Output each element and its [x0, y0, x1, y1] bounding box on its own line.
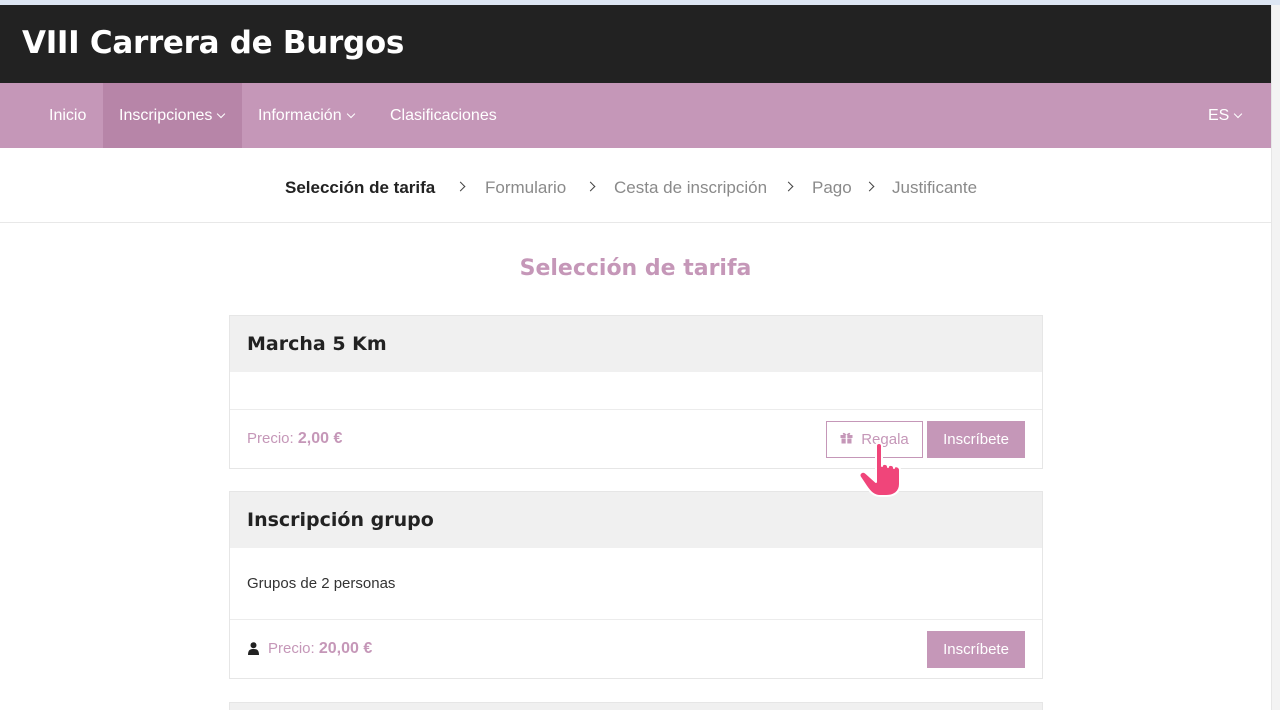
rate-description	[230, 372, 1042, 410]
rate-card-marcha: Marcha 5 Km Precio: 2,00 € Regala Inscrí…	[229, 315, 1043, 469]
rate-name: Inscripción grupo	[230, 492, 1042, 548]
user-icon	[248, 642, 259, 655]
rate-footer: Precio: 20,00 € Inscríbete	[230, 620, 1042, 678]
chevron-down-icon	[346, 109, 355, 119]
register-button[interactable]: Inscríbete	[927, 421, 1025, 458]
nav-item-inicio[interactable]: Inicio	[33, 83, 102, 148]
nav-item-clasificaciones[interactable]: Clasificaciones	[374, 83, 513, 148]
nav-item-inscripciones[interactable]: Inscripciones	[103, 83, 242, 148]
chevron-right-icon	[864, 181, 875, 192]
hand-pointer-cursor-icon	[858, 442, 901, 497]
chevron-right-icon	[783, 181, 794, 192]
price-value: 2,00 €	[297, 430, 343, 447]
rate-name: Marcha 5 Km	[230, 316, 1042, 372]
checkout-steps: Selección de tarifa Formulario Cesta de …	[0, 148, 1271, 223]
nav-item-informacion[interactable]: Información	[242, 83, 370, 148]
site-title[interactable]: VIII Carrera de Burgos	[22, 25, 404, 61]
nav-item-label: Información	[258, 107, 342, 124]
rate-card-grupo: Inscripción grupo Grupos de 2 personas P…	[229, 491, 1043, 679]
nav-item-label: Clasificaciones	[390, 107, 497, 124]
gift-icon	[840, 432, 853, 444]
main-navbar: Inicio Inscripciones Información Clasifi…	[0, 83, 1271, 148]
rate-card-next	[229, 702, 1043, 710]
price-value: 20,00 €	[318, 640, 373, 657]
chevron-right-icon	[585, 181, 596, 192]
step-cesta-inscripcion: Cesta de inscripción	[614, 178, 768, 197]
step-seleccion-tarifa: Selección de tarifa	[285, 178, 436, 197]
price-label: Precio:	[268, 640, 315, 657]
step-justificante: Justificante	[892, 178, 978, 197]
nav-item-label: Inicio	[49, 107, 87, 124]
step-formulario: Formulario	[485, 178, 567, 197]
rate-description: Grupos de 2 personas	[230, 548, 1042, 620]
chevron-down-icon	[1234, 109, 1243, 119]
price-label: Precio:	[247, 430, 294, 447]
nav-item-label: Inscripciones	[119, 107, 213, 124]
register-button[interactable]: Inscríbete	[927, 631, 1025, 668]
language-label: ES	[1208, 107, 1230, 124]
rate-price: Precio: 2,00 €	[247, 430, 342, 448]
chevron-right-icon	[455, 181, 466, 192]
rate-footer: Precio: 2,00 € Regala Inscríbete	[230, 410, 1042, 468]
chevron-down-icon	[217, 109, 226, 119]
rate-price: Precio: 20,00 €	[268, 640, 372, 658]
scrollbar[interactable]	[1271, 5, 1280, 710]
site-header: VIII Carrera de Burgos	[0, 5, 1271, 83]
language-selector[interactable]: ES	[1192, 83, 1257, 148]
step-pago: Pago	[812, 178, 852, 197]
section-title: Selección de tarifa	[519, 256, 752, 281]
